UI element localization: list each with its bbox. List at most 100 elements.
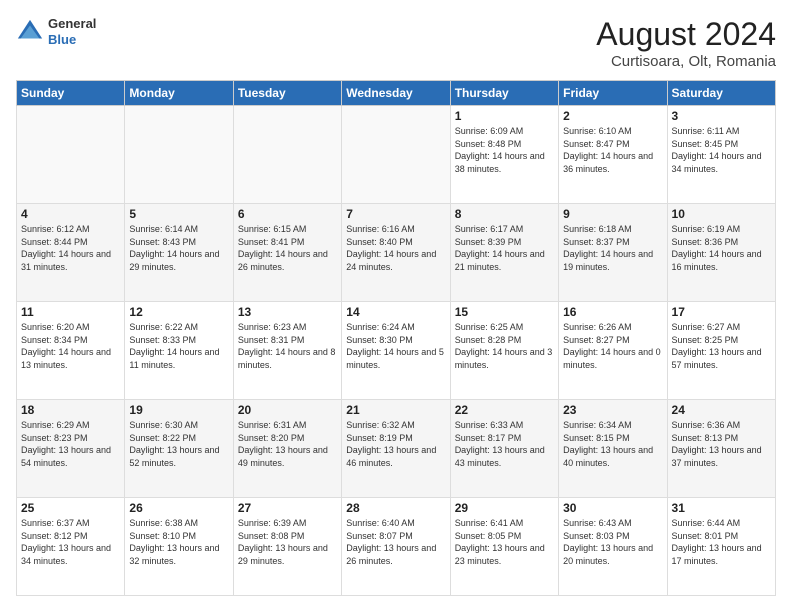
calendar-cell: 9 Sunrise: 6:18 AM Sunset: 8:37 PM Daylig… (559, 204, 667, 302)
day-detail: Sunrise: 6:40 AM Sunset: 8:07 PM Dayligh… (346, 517, 445, 567)
day-number: 11 (21, 305, 120, 319)
day-detail: Sunrise: 6:33 AM Sunset: 8:17 PM Dayligh… (455, 419, 554, 469)
logo-text: General Blue (48, 16, 96, 47)
calendar-cell: 22Sunrise: 6:33 AM Sunset: 8:17 PM Dayli… (450, 400, 558, 498)
calendar-body: 1 Sunrise: 6:09 AM Sunset: 8:48 PM Daylig… (17, 106, 776, 596)
day-detail: Sunrise: 6:24 AM Sunset: 8:30 PM Dayligh… (346, 321, 445, 371)
day-detail: Sunrise: 6:09 AM Sunset: 8:48 PM Dayligh… (455, 125, 554, 175)
day-detail: Sunrise: 6:30 AM Sunset: 8:22 PM Dayligh… (129, 419, 228, 469)
day-detail: Sunrise: 6:18 AM Sunset: 8:37 PM Dayligh… (563, 223, 662, 273)
col-monday: Monday (125, 81, 233, 106)
logo-blue: Blue (48, 32, 96, 48)
day-number: 5 (129, 207, 228, 221)
calendar-cell: 17Sunrise: 6:27 AM Sunset: 8:25 PM Dayli… (667, 302, 775, 400)
page: General Blue August 2024 Curtisoara, Olt… (0, 0, 792, 612)
calendar-cell: 18Sunrise: 6:29 AM Sunset: 8:23 PM Dayli… (17, 400, 125, 498)
day-detail: Sunrise: 6:39 AM Sunset: 8:08 PM Dayligh… (238, 517, 337, 567)
calendar-cell: 21 Sunrise: 6:32 AM Sunset: 8:19 PM Dayli… (342, 400, 450, 498)
day-detail: Sunrise: 6:29 AM Sunset: 8:23 PM Dayligh… (21, 419, 120, 469)
day-detail: Sunrise: 6:43 AM Sunset: 8:03 PM Dayligh… (563, 517, 662, 567)
calendar-header: Sunday Monday Tuesday Wednesday Thursday… (17, 81, 776, 106)
day-detail: Sunrise: 6:10 AM Sunset: 8:47 PM Dayligh… (563, 125, 662, 175)
col-wednesday: Wednesday (342, 81, 450, 106)
calendar-cell: 15Sunrise: 6:25 AM Sunset: 8:28 PM Dayli… (450, 302, 558, 400)
day-detail: Sunrise: 6:15 AM Sunset: 8:41 PM Dayligh… (238, 223, 337, 273)
col-tuesday: Tuesday (233, 81, 341, 106)
calendar-week-1: 4 Sunrise: 6:12 AM Sunset: 8:44 PM Daylig… (17, 204, 776, 302)
day-number: 3 (672, 109, 771, 123)
calendar-cell (125, 106, 233, 204)
day-number: 17 (672, 305, 771, 319)
day-detail: Sunrise: 6:38 AM Sunset: 8:10 PM Dayligh… (129, 517, 228, 567)
location-subtitle: Curtisoara, Olt, Romania (596, 53, 776, 70)
calendar-cell: 12 Sunrise: 6:22 AM Sunset: 8:33 PM Dayli… (125, 302, 233, 400)
day-detail: Sunrise: 6:17 AM Sunset: 8:39 PM Dayligh… (455, 223, 554, 273)
calendar-cell: 16 Sunrise: 6:26 AM Sunset: 8:27 PM Dayli… (559, 302, 667, 400)
day-number: 19 (129, 403, 228, 417)
calendar-cell (233, 106, 341, 204)
calendar-cell: 27Sunrise: 6:39 AM Sunset: 8:08 PM Dayli… (233, 498, 341, 596)
calendar-cell: 26Sunrise: 6:38 AM Sunset: 8:10 PM Dayli… (125, 498, 233, 596)
day-detail: Sunrise: 6:44 AM Sunset: 8:01 PM Dayligh… (672, 517, 771, 567)
day-detail: Sunrise: 6:19 AM Sunset: 8:36 PM Dayligh… (672, 223, 771, 273)
calendar-cell: 5Sunrise: 6:14 AM Sunset: 8:43 PM Daylig… (125, 204, 233, 302)
header: General Blue August 2024 Curtisoara, Olt… (16, 16, 776, 70)
day-detail: Sunrise: 6:23 AM Sunset: 8:31 PM Dayligh… (238, 321, 337, 371)
day-number: 8 (455, 207, 554, 221)
day-number: 10 (672, 207, 771, 221)
calendar-cell: 6 Sunrise: 6:15 AM Sunset: 8:41 PM Daylig… (233, 204, 341, 302)
calendar-cell: 2Sunrise: 6:10 AM Sunset: 8:47 PM Daylig… (559, 106, 667, 204)
calendar-cell: 20 Sunrise: 6:31 AM Sunset: 8:20 PM Dayli… (233, 400, 341, 498)
day-detail: Sunrise: 6:31 AM Sunset: 8:20 PM Dayligh… (238, 419, 337, 469)
day-number: 6 (238, 207, 337, 221)
day-detail: Sunrise: 6:12 AM Sunset: 8:44 PM Dayligh… (21, 223, 120, 273)
calendar-cell: 23Sunrise: 6:34 AM Sunset: 8:15 PM Dayli… (559, 400, 667, 498)
day-number: 20 (238, 403, 337, 417)
calendar-cell: 24 Sunrise: 6:36 AM Sunset: 8:13 PM Dayli… (667, 400, 775, 498)
day-number: 16 (563, 305, 662, 319)
calendar-cell: 8 Sunrise: 6:17 AM Sunset: 8:39 PM Daylig… (450, 204, 558, 302)
day-detail: Sunrise: 6:41 AM Sunset: 8:05 PM Dayligh… (455, 517, 554, 567)
calendar-cell: 14Sunrise: 6:24 AM Sunset: 8:30 PM Dayli… (342, 302, 450, 400)
day-number: 28 (346, 501, 445, 515)
day-number: 1 (455, 109, 554, 123)
calendar-cell: 28 Sunrise: 6:40 AM Sunset: 8:07 PM Dayli… (342, 498, 450, 596)
day-detail: Sunrise: 6:22 AM Sunset: 8:33 PM Dayligh… (129, 321, 228, 371)
day-number: 4 (21, 207, 120, 221)
col-sunday: Sunday (17, 81, 125, 106)
calendar-cell: 3 Sunrise: 6:11 AM Sunset: 8:45 PM Daylig… (667, 106, 775, 204)
calendar-cell (342, 106, 450, 204)
title-section: August 2024 Curtisoara, Olt, Romania (596, 16, 776, 70)
day-number: 30 (563, 501, 662, 515)
calendar-cell: 11 Sunrise: 6:20 AM Sunset: 8:34 PM Dayli… (17, 302, 125, 400)
day-number: 21 (346, 403, 445, 417)
calendar-cell: 31Sunrise: 6:44 AM Sunset: 8:01 PM Dayli… (667, 498, 775, 596)
logo: General Blue (16, 16, 96, 47)
calendar-cell: 1 Sunrise: 6:09 AM Sunset: 8:48 PM Daylig… (450, 106, 558, 204)
day-number: 29 (455, 501, 554, 515)
day-detail: Sunrise: 6:26 AM Sunset: 8:27 PM Dayligh… (563, 321, 662, 371)
calendar-cell: 19 Sunrise: 6:30 AM Sunset: 8:22 PM Dayli… (125, 400, 233, 498)
calendar-cell: 13Sunrise: 6:23 AM Sunset: 8:31 PM Dayli… (233, 302, 341, 400)
day-detail: Sunrise: 6:20 AM Sunset: 8:34 PM Dayligh… (21, 321, 120, 371)
day-detail: Sunrise: 6:32 AM Sunset: 8:19 PM Dayligh… (346, 419, 445, 469)
day-number: 7 (346, 207, 445, 221)
day-number: 12 (129, 305, 228, 319)
calendar-week-4: 25 Sunrise: 6:37 AM Sunset: 8:12 PM Dayli… (17, 498, 776, 596)
calendar-cell (17, 106, 125, 204)
day-detail: Sunrise: 6:36 AM Sunset: 8:13 PM Dayligh… (672, 419, 771, 469)
calendar-week-3: 18Sunrise: 6:29 AM Sunset: 8:23 PM Dayli… (17, 400, 776, 498)
calendar-week-2: 11 Sunrise: 6:20 AM Sunset: 8:34 PM Dayli… (17, 302, 776, 400)
day-detail: Sunrise: 6:25 AM Sunset: 8:28 PM Dayligh… (455, 321, 554, 371)
calendar-week-0: 1 Sunrise: 6:09 AM Sunset: 8:48 PM Daylig… (17, 106, 776, 204)
day-detail: Sunrise: 6:11 AM Sunset: 8:45 PM Dayligh… (672, 125, 771, 175)
logo-general: General (48, 16, 96, 32)
calendar-table: Sunday Monday Tuesday Wednesday Thursday… (16, 80, 776, 596)
day-number: 24 (672, 403, 771, 417)
day-detail: Sunrise: 6:37 AM Sunset: 8:12 PM Dayligh… (21, 517, 120, 567)
day-number: 9 (563, 207, 662, 221)
month-year-title: August 2024 (596, 16, 776, 53)
day-number: 25 (21, 501, 120, 515)
col-friday: Friday (559, 81, 667, 106)
calendar-cell: 7Sunrise: 6:16 AM Sunset: 8:40 PM Daylig… (342, 204, 450, 302)
